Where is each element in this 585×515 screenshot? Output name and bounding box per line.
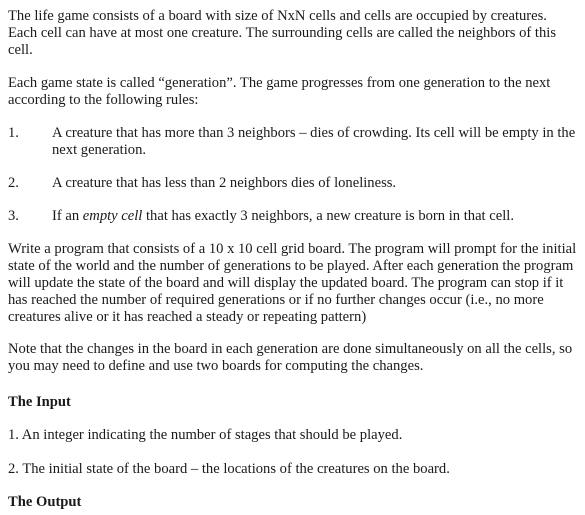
rule-text-suffix: that has exactly 3 neighbors, a new crea… xyxy=(142,208,514,224)
rule-number: 3. xyxy=(8,208,19,224)
note-paragraph: Note that the changes in the board in ea… xyxy=(8,341,572,375)
program-line: has reached the number of required gener… xyxy=(8,292,544,308)
input-heading: The Input xyxy=(8,394,71,410)
program-line: creatures alive or it has reached a stea… xyxy=(8,309,367,325)
input-item: 1. An integer indicating the number of s… xyxy=(8,427,403,443)
rule-line: next generation. xyxy=(52,142,147,158)
intro-line: Each cell can have at most one creature.… xyxy=(8,25,556,41)
output-heading: The Output xyxy=(8,494,82,510)
generation-paragraph: Each game state is called “generation”. … xyxy=(8,75,550,109)
rule-text: A creature that has less than 2 neighbor… xyxy=(52,175,585,192)
program-line: Write a program that consists of a 10 x … xyxy=(8,241,577,257)
program-line: state of the world and the number of gen… xyxy=(8,258,574,274)
rule-number: 1. xyxy=(8,125,19,141)
rule-line: A creature that has less than 2 neighbor… xyxy=(52,175,397,191)
generation-line: according to the following rules: xyxy=(8,92,199,108)
rule-text-emphasis: empty cell xyxy=(82,208,143,224)
intro-line: cell. xyxy=(8,42,33,58)
input-item: 2. The initial state of the board – the … xyxy=(8,461,450,477)
program-paragraph: Write a program that consists of a 10 x … xyxy=(8,241,576,326)
rule-text: If an empty cell that has exactly 3 neig… xyxy=(52,208,585,225)
intro-paragraph: The life game consists of a board with s… xyxy=(8,8,556,59)
rule-text-prefix: If an xyxy=(52,208,83,224)
rule-line: A creature that has more than 3 neighbor… xyxy=(52,125,576,141)
program-line: will update the state of the board and w… xyxy=(8,275,564,291)
rule-number: 2. xyxy=(8,175,19,191)
note-line: Note that the changes in the board in ea… xyxy=(8,341,573,357)
rule-text: A creature that has more than 3 neighbor… xyxy=(52,125,585,159)
intro-line: The life game consists of a board with s… xyxy=(8,8,547,24)
note-line: you may need to define and use two board… xyxy=(8,358,424,374)
generation-line: Each game state is called “generation”. … xyxy=(8,75,551,91)
